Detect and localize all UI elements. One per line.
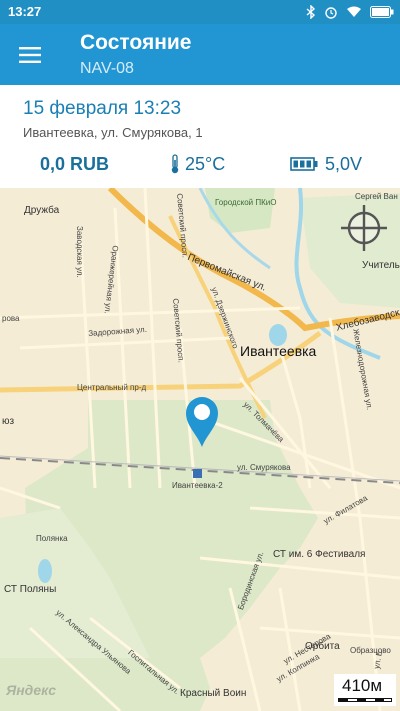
device-name: NAV-08 (80, 60, 134, 77)
thermometer-icon (171, 154, 179, 174)
map-label-gorodskoy: Городской ПКиО (215, 198, 277, 207)
map-scale: 410м (334, 674, 396, 706)
status-info-panel: 15 февраля 13:23 Ивантеевка, ул. Смуряко… (0, 85, 400, 188)
map-label-st6: СТ им. 6 Фестиваля (273, 549, 366, 560)
map-label-st-polyany: СТ Поляны (4, 584, 57, 595)
balance-value: 0,0 RUB (40, 154, 110, 174)
menu-button[interactable] (10, 35, 50, 75)
map-label-zavodskaya: Заводская ул. (75, 226, 84, 278)
map-label-druzhba: Дружба (24, 205, 60, 216)
map-label-krasny-voin: Красный Воин (180, 688, 247, 699)
temperature-value: 25°C (185, 153, 226, 174)
wifi-icon (347, 6, 361, 17)
map-label-polyanka: Полянка (36, 534, 68, 543)
hamburger-menu-icon (19, 47, 41, 63)
temperature-readout: 25°C (170, 152, 225, 176)
bluetooth-icon (306, 5, 316, 19)
voltage-readout: 5,0V (290, 152, 362, 176)
map-label-obraztsovo: Образцово (350, 646, 391, 655)
map-label-smuryakova: ул. Смурякова (237, 463, 291, 472)
status-icons (306, 4, 394, 20)
map-pin-icon[interactable] (185, 396, 219, 448)
page-title: Состояние (80, 31, 192, 54)
map-label-yu: юз (2, 416, 15, 427)
battery-icon (370, 6, 394, 18)
voltage-value: 5,0V (325, 153, 363, 174)
locate-button[interactable] (337, 201, 391, 255)
map-label-orbita: Орбита (305, 641, 340, 652)
map-label-rova: рова (2, 314, 20, 323)
device-address: Ивантеевка, ул. Смурякова, 1 (23, 125, 203, 140)
battery-level-icon (290, 157, 318, 171)
map-scale-bar (338, 698, 392, 702)
last-update-date: 15 февраля 13:23 (23, 98, 182, 119)
map-label-uchitel: Учитель (362, 260, 400, 271)
app-bar: Состояние NAV-08 (0, 24, 400, 85)
map-label-station: Ивантеевка-2 (172, 481, 223, 490)
map-label-ivanteevka: Ивантеевка (240, 343, 317, 359)
crosshair-locate-icon (341, 205, 387, 251)
status-time: 13:27 (8, 4, 42, 19)
sensor-row: 0,0 RUB 25°C 5,0V (0, 152, 400, 178)
map-label-tsentralny: Центральный пр-д (77, 383, 147, 392)
map-view[interactable]: Дружба Заводская ул. Оранжерейная ул. За… (0, 188, 400, 711)
status-bar: 13:27 (0, 0, 400, 24)
map-label-sergey: Сергей Ван (355, 192, 398, 201)
map-scale-label: 410м (342, 676, 383, 695)
alarm-icon (325, 7, 337, 19)
yandex-logo: Яндекс (6, 682, 56, 698)
